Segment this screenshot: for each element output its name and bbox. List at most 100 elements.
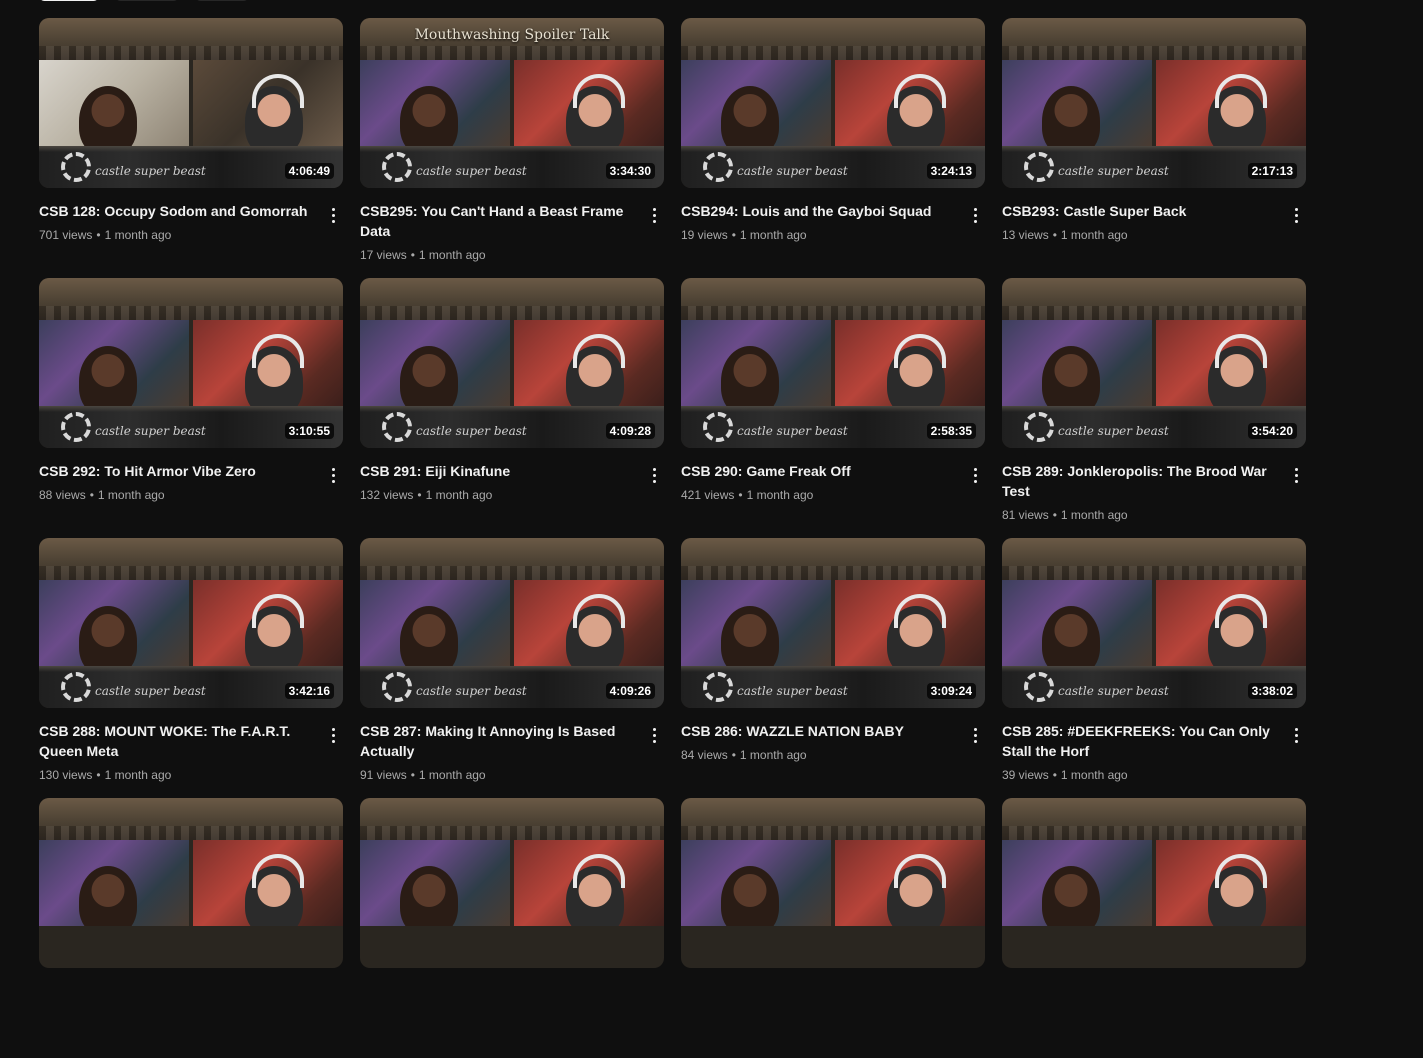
video-thumbnail[interactable]: castle super beast 3:42:16 — [39, 538, 343, 708]
thumbnail-banner — [39, 18, 343, 60]
video-thumbnail[interactable]: castle super beast 4:09:28 — [360, 278, 664, 448]
video-thumbnail[interactable]: castle super beast 3:09:24 — [681, 538, 985, 708]
video-thumbnail[interactable] — [39, 798, 343, 968]
video-meta: CSB 291: Eiji Kinafune 132 views • 1 month… — [360, 461, 664, 504]
video-thumbnail[interactable]: castle super beast 4:06:49 — [39, 18, 343, 188]
more-vert-icon[interactable] — [323, 465, 343, 485]
castle-super-beast-logo-icon — [703, 412, 733, 442]
host-figure — [79, 346, 137, 406]
upload-age: 1 month ago — [104, 768, 172, 782]
video-duration: 3:10:55 — [284, 423, 334, 439]
video-stats: 132 views • 1 month ago — [360, 486, 636, 504]
more-vert-icon[interactable] — [1286, 725, 1306, 745]
headphones-icon — [252, 74, 304, 108]
upload-age: 1 month ago — [739, 228, 807, 242]
video-card[interactable]: castle super beast 3:42:16 CSB 288: MOUN… — [39, 538, 343, 798]
video-card[interactable] — [1002, 798, 1306, 1058]
host-figure — [400, 606, 458, 666]
headphones-icon — [573, 334, 625, 368]
more-vert-icon[interactable] — [965, 465, 985, 485]
video-card[interactable]: castle super beast 3:54:20 CSB 289: Jonk… — [1002, 278, 1306, 538]
host-camera-left — [360, 840, 510, 926]
video-duration: 2:17:13 — [1247, 163, 1297, 179]
video-meta: CSB 286: WAZZLE NATION BABY 84 views • 1 m… — [681, 721, 985, 764]
video-thumbnail[interactable]: castle super beast 3:10:55 — [39, 278, 343, 448]
thumbnail-banner — [1002, 798, 1306, 840]
video-card[interactable]: castle super beast 3:38:02 CSB 285: #DEE… — [1002, 538, 1306, 798]
video-title[interactable]: CSB295: You Can't Hand a Beast Frame Dat… — [360, 201, 636, 241]
video-duration: 3:42:16 — [284, 683, 334, 699]
more-vert-icon[interactable] — [965, 205, 985, 225]
filter-chip-oldest[interactable] — [195, 0, 249, 1]
video-card[interactable]: castle super beast 4:09:26 CSB 287: Maki… — [360, 538, 664, 798]
video-thumbnail[interactable]: Mouthwashing Spoiler Talk castle super b… — [360, 18, 664, 188]
video-card[interactable] — [39, 798, 343, 1058]
filter-chip-latest[interactable] — [39, 0, 99, 1]
video-card[interactable] — [360, 798, 664, 1058]
host-figure — [400, 346, 458, 406]
video-title[interactable]: CSB 287: Making It Annoying Is Based Act… — [360, 721, 636, 761]
thumbnail-logo-text: castle super beast — [737, 684, 848, 698]
video-stats: 91 views • 1 month ago — [360, 766, 636, 784]
video-thumbnail[interactable]: castle super beast 2:58:35 — [681, 278, 985, 448]
video-title[interactable]: CSB 286: WAZZLE NATION BABY — [681, 721, 957, 741]
video-stats: 13 views • 1 month ago — [1002, 226, 1278, 244]
filter-chip-popular[interactable] — [115, 0, 179, 1]
host-camera-left — [360, 60, 510, 146]
video-card[interactable]: castle super beast 3:10:55 CSB 292: To H… — [39, 278, 343, 538]
video-card[interactable]: castle super beast 2:17:13 CSB293: Castl… — [1002, 18, 1306, 278]
video-card[interactable]: castle super beast 3:09:24 CSB 286: WAZZ… — [681, 538, 985, 798]
castle-super-beast-logo-icon — [1024, 152, 1054, 182]
more-vert-icon[interactable] — [323, 205, 343, 225]
thumbnail-banner — [681, 18, 985, 60]
more-vert-icon[interactable] — [965, 725, 985, 745]
video-thumbnail[interactable]: castle super beast 3:38:02 — [1002, 538, 1306, 708]
video-stats: 88 views • 1 month ago — [39, 486, 315, 504]
thumbnail-banner — [681, 538, 985, 580]
more-vert-icon[interactable] — [323, 725, 343, 745]
more-vert-icon[interactable] — [1286, 205, 1306, 225]
video-card[interactable]: castle super beast 4:09:28 CSB 291: Eiji… — [360, 278, 664, 538]
video-title[interactable]: CSB 285: #DEEKFREEKS: You Can Only Stall… — [1002, 721, 1278, 761]
host-camera-right — [514, 840, 664, 926]
video-card[interactable]: castle super beast 2:58:35 CSB 290: Game… — [681, 278, 985, 538]
video-card[interactable]: castle super beast 3:24:13 CSB294: Louis… — [681, 18, 985, 278]
video-thumbnail[interactable]: castle super beast 2:17:13 — [1002, 18, 1306, 188]
host-camera-right — [193, 840, 343, 926]
host-camera-right — [514, 580, 664, 666]
video-card[interactable] — [681, 798, 985, 1058]
host-camera-left — [1002, 840, 1152, 926]
headphones-icon — [573, 594, 625, 628]
video-title[interactable]: CSB293: Castle Super Back — [1002, 201, 1278, 221]
upload-age: 1 month ago — [97, 488, 165, 502]
video-title[interactable]: CSB 128: Occupy Sodom and Gomorrah — [39, 201, 315, 221]
castle-super-beast-logo-icon — [1024, 672, 1054, 702]
video-thumbnail[interactable]: castle super beast 3:54:20 — [1002, 278, 1306, 448]
stats-separator: • — [410, 248, 415, 262]
video-card[interactable]: Mouthwashing Spoiler Talk castle super b… — [360, 18, 664, 278]
video-title[interactable]: CSB 291: Eiji Kinafune — [360, 461, 636, 481]
host-figure — [721, 866, 779, 926]
video-title[interactable]: CSB 289: Jonkleropolis: The Brood War Te… — [1002, 461, 1278, 501]
more-vert-icon[interactable] — [644, 725, 664, 745]
headphones-icon — [894, 594, 946, 628]
video-duration: 2:58:35 — [926, 423, 976, 439]
more-vert-icon[interactable] — [1286, 465, 1306, 485]
more-vert-icon[interactable] — [644, 205, 664, 225]
view-count: 17 views — [360, 248, 407, 262]
video-title[interactable]: CSB294: Louis and the Gayboi Squad — [681, 201, 957, 221]
stats-separator: • — [738, 488, 743, 502]
video-thumbnail[interactable] — [681, 798, 985, 968]
video-thumbnail[interactable] — [1002, 798, 1306, 968]
video-card[interactable]: castle super beast 4:06:49 CSB 128: Occu… — [39, 18, 343, 278]
video-thumbnail[interactable] — [360, 798, 664, 968]
video-duration: 3:09:24 — [926, 683, 976, 699]
host-camera-left — [360, 580, 510, 666]
video-title[interactable]: CSB 292: To Hit Armor Vibe Zero — [39, 461, 315, 481]
video-thumbnail[interactable]: castle super beast 3:24:13 — [681, 18, 985, 188]
video-title[interactable]: CSB 288: MOUNT WOKE: The F.A.R.T. Queen … — [39, 721, 315, 761]
more-vert-icon[interactable] — [644, 465, 664, 485]
headphones-icon — [573, 74, 625, 108]
video-title[interactable]: CSB 290: Game Freak Off — [681, 461, 957, 481]
video-thumbnail[interactable]: castle super beast 4:09:26 — [360, 538, 664, 708]
